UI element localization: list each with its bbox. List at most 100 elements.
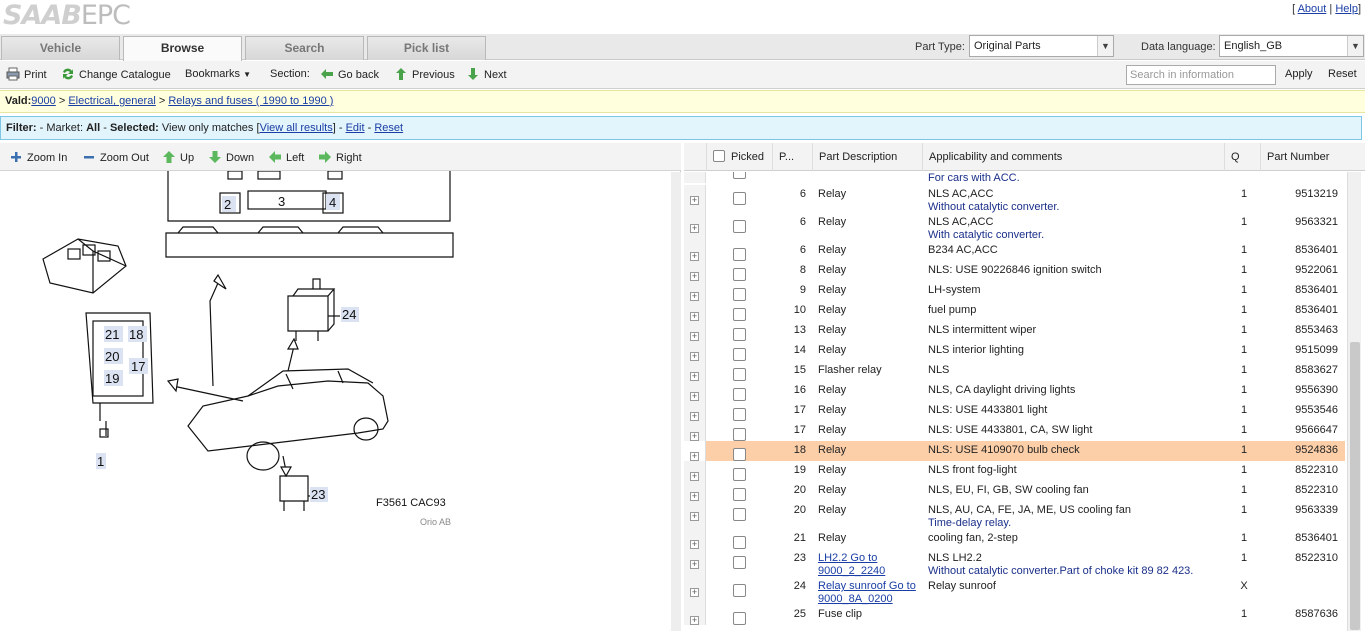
table-row[interactable]: +14 Relay NLS interior lighting 1 9515099 xyxy=(684,341,1345,361)
select-all-checkbox[interactable] xyxy=(713,150,725,162)
part-type-select[interactable]: Original Parts ▼ xyxy=(969,35,1114,57)
table-row[interactable]: +15 Flasher relay NLS 1 8583627 xyxy=(684,361,1345,381)
breadcrumb-section-link[interactable]: Relays and fuses ( 1990 to 1990 ) xyxy=(168,95,333,107)
pick-checkbox[interactable] xyxy=(733,172,746,179)
pick-checkbox[interactable] xyxy=(733,328,746,341)
pick-checkbox[interactable] xyxy=(733,428,746,441)
reset-button[interactable]: Reset xyxy=(1328,67,1357,81)
filter-edit-link[interactable]: Edit xyxy=(346,122,365,134)
expand-plus-icon[interactable]: + xyxy=(690,292,699,301)
pick-checkbox[interactable] xyxy=(733,584,746,597)
pick-checkbox[interactable] xyxy=(733,508,746,521)
tab-vehicle[interactable]: Vehicle xyxy=(1,36,120,60)
table-row[interactable]: +6 Relay NLS AC,ACC Without catalytic conve… xyxy=(684,185,1345,213)
next-button[interactable]: Next xyxy=(466,67,507,82)
expand-plus-icon[interactable]: + xyxy=(690,372,699,381)
pick-checkbox[interactable] xyxy=(733,468,746,481)
expand-plus-icon[interactable]: + xyxy=(690,196,699,205)
table-row[interactable]: +19 Relay NLS front fog-light 1 8522310 xyxy=(684,461,1345,481)
previous-button[interactable]: Previous xyxy=(394,67,455,82)
table-row[interactable]: +9 Relay LH-system 1 8536401 xyxy=(684,281,1345,301)
breadcrumb-group-link[interactable]: Electrical, general xyxy=(68,95,155,107)
zoom-out-button[interactable]: Zoom Out xyxy=(82,150,149,165)
pick-checkbox[interactable] xyxy=(733,556,746,569)
pick-checkbox[interactable] xyxy=(733,388,746,401)
table-row[interactable]: +21 Relay cooling fan, 2-step 1 8536401 xyxy=(684,529,1345,549)
pick-checkbox[interactable] xyxy=(733,408,746,421)
zoom-in-button[interactable]: Zoom In xyxy=(9,150,67,165)
pick-checkbox[interactable] xyxy=(733,488,746,501)
bookmarks-menu[interactable]: Bookmarks ▼ xyxy=(185,67,251,82)
header-applicability[interactable]: Applicability and comments xyxy=(922,143,1224,171)
expand-plus-icon[interactable]: + xyxy=(690,332,699,341)
pick-checkbox[interactable] xyxy=(733,348,746,361)
tab-pick-list[interactable]: Pick list xyxy=(367,36,486,60)
go-back-button[interactable]: Go back xyxy=(320,67,379,82)
expand-plus-icon[interactable]: + xyxy=(690,588,699,597)
view-all-results-link[interactable]: View all results xyxy=(260,122,333,134)
table-row[interactable]: +25 Fuse clip 1 8587636 xyxy=(684,605,1345,625)
table-row[interactable]: +6 Relay NLS AC,ACC With catalytic converte… xyxy=(684,213,1345,241)
print-button[interactable]: Print xyxy=(6,67,47,82)
pan-left-button[interactable]: Left xyxy=(268,150,304,165)
pick-checkbox[interactable] xyxy=(733,220,746,233)
expand-plus-icon[interactable]: + xyxy=(690,560,699,569)
pick-checkbox[interactable] xyxy=(733,288,746,301)
table-row[interactable]: +13 Relay NLS intermittent wiper 1 8553463 xyxy=(684,321,1345,341)
pan-up-button[interactable]: Up xyxy=(162,150,194,165)
expand-plus-icon[interactable]: + xyxy=(690,616,699,625)
parts-illustration[interactable]: 2 3 4 21 18 20 17 19 24 1 23 F3561 CAC93… xyxy=(38,171,458,530)
expand-plus-icon[interactable]: + xyxy=(690,252,699,261)
expand-plus-icon[interactable]: + xyxy=(690,272,699,281)
pick-checkbox[interactable] xyxy=(733,368,746,381)
table-row[interactable]: +8 Relay NLS: USE 90226846 ignition switch… xyxy=(684,261,1345,281)
header-quantity[interactable]: Q xyxy=(1224,143,1260,171)
part-description-link[interactable]: Relay sunroof Go to 9000_8A_0200 xyxy=(818,580,923,606)
apply-button[interactable]: Apply xyxy=(1285,67,1313,81)
expand-plus-icon[interactable]: + xyxy=(690,224,699,233)
table-row[interactable]: +24 Relay sunroof Go to 9000_8A_0200 Relay… xyxy=(684,577,1345,605)
header-picked[interactable]: Picked xyxy=(706,143,774,171)
pan-right-button[interactable]: Right xyxy=(318,150,362,165)
table-row[interactable]: +23 LH2.2 Go to 9000_2_2240 NLS LH2.2 Witho… xyxy=(684,549,1345,577)
pick-checkbox[interactable] xyxy=(733,192,746,205)
table-row[interactable]: +20 Relay NLS, AU, CA, FE, JA, ME, US cool… xyxy=(684,501,1345,529)
about-link[interactable]: About xyxy=(1298,3,1327,15)
pick-checkbox[interactable] xyxy=(733,448,746,461)
expand-plus-icon[interactable]: + xyxy=(690,472,699,481)
header-position[interactable]: P... xyxy=(772,143,812,171)
breadcrumb-model-link[interactable]: 9000 xyxy=(31,95,55,107)
expand-plus-icon[interactable]: + xyxy=(690,492,699,501)
part-description-link[interactable]: LH2.2 Go to 9000_2_2240 xyxy=(818,552,923,578)
table-row[interactable]: +10 Relay fuel pump 1 8536401 xyxy=(684,301,1345,321)
expand-plus-icon[interactable]: + xyxy=(690,452,699,461)
tab-browse[interactable]: Browse xyxy=(123,36,242,61)
pick-checkbox[interactable] xyxy=(733,536,746,549)
expand-plus-icon[interactable]: + xyxy=(690,540,699,549)
header-part-description[interactable]: Part Description xyxy=(812,143,922,171)
pick-checkbox[interactable] xyxy=(733,308,746,321)
scrollbar-thumb[interactable] xyxy=(1350,342,1360,630)
pick-checkbox[interactable] xyxy=(733,612,746,625)
pick-checkbox[interactable] xyxy=(733,248,746,261)
expand-plus-icon[interactable]: + xyxy=(690,392,699,401)
expand-plus-icon[interactable]: + xyxy=(690,412,699,421)
expand-plus-icon[interactable]: + xyxy=(690,312,699,321)
header-part-number[interactable]: Part Number xyxy=(1260,143,1345,171)
help-link[interactable]: Help xyxy=(1335,3,1358,15)
table-row[interactable]: +17 Relay NLS: USE 4433801, CA, SW light 1 9… xyxy=(684,421,1345,441)
expand-plus-icon[interactable]: + xyxy=(690,512,699,521)
pick-checkbox[interactable] xyxy=(733,268,746,281)
right-scrollbar[interactable] xyxy=(1347,172,1361,631)
change-catalogue-button[interactable]: Change Catalogue xyxy=(61,67,171,82)
table-row[interactable]: +6 Relay B234 AC,ACC 1 8536401 xyxy=(684,241,1345,261)
table-row[interactable]: +18 Relay NLS: USE 4109070 bulb check 1 9524… xyxy=(684,441,1345,461)
tab-search[interactable]: Search xyxy=(245,36,364,60)
left-scrollbar[interactable] xyxy=(671,172,681,631)
search-input[interactable]: Search in information xyxy=(1126,65,1276,85)
table-row[interactable]: +20 Relay NLS, EU, FI, GB, SW cooling fan 1… xyxy=(684,481,1345,501)
expand-plus-icon[interactable]: + xyxy=(690,432,699,441)
pan-down-button[interactable]: Down xyxy=(208,150,254,165)
expand-plus-icon[interactable]: + xyxy=(690,352,699,361)
filter-reset-link[interactable]: Reset xyxy=(374,122,403,134)
